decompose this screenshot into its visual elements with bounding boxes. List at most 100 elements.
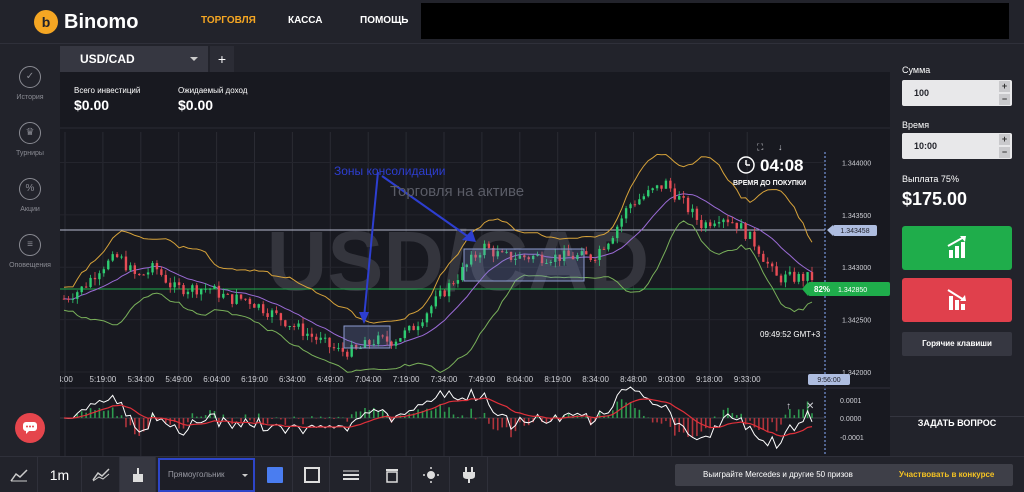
candle-body bbox=[691, 208, 694, 213]
delete-button[interactable] bbox=[372, 457, 412, 492]
consolidation-zone-1[interactable] bbox=[343, 325, 391, 349]
close-icon[interactable]: ✕ bbox=[806, 401, 814, 412]
asset-name: USD/CAD bbox=[80, 52, 135, 66]
candle-body bbox=[806, 272, 809, 281]
download-icon[interactable]: ↓ bbox=[778, 142, 783, 152]
promo-banner[interactable]: Выиграйте Mercedes и другие 50 призов Уч… bbox=[675, 464, 1013, 486]
ask-question-button[interactable]: ЗАДАТЬ ВОПРОС bbox=[890, 418, 1024, 428]
server-time: 09:49:52 GMT+3 bbox=[760, 330, 821, 339]
histogram-bar bbox=[293, 416, 295, 418]
consolidation-zone-2[interactable] bbox=[463, 248, 585, 282]
histogram-bar bbox=[125, 418, 127, 428]
chart-type-button[interactable] bbox=[0, 457, 38, 492]
promo-link[interactable]: Участвовать в конкурсе bbox=[899, 464, 994, 486]
x-tick-label: 5:49:00 bbox=[165, 375, 192, 384]
time-input[interactable]: 10:00 + − bbox=[902, 133, 1012, 159]
time-decrement-button[interactable]: − bbox=[999, 147, 1010, 158]
arrow-up-icon[interactable]: ↑ bbox=[786, 401, 791, 412]
logo[interactable]: b Binomo bbox=[34, 10, 138, 34]
histogram-bar bbox=[735, 415, 738, 418]
amount-input[interactable]: 100 + − bbox=[902, 80, 1012, 106]
histogram-bar bbox=[138, 418, 141, 436]
histogram-bar bbox=[319, 416, 322, 418]
timeframe-button[interactable]: 1m bbox=[38, 457, 82, 492]
fill-color-button[interactable] bbox=[257, 457, 293, 492]
time-value: 10:00 bbox=[914, 141, 938, 151]
histogram-bar bbox=[346, 418, 349, 422]
candle-body bbox=[107, 260, 110, 270]
osc-tick-2: 0.0000 bbox=[840, 416, 862, 423]
histogram-bar bbox=[240, 418, 242, 422]
x-tick-label: 8:48:00 bbox=[620, 375, 647, 384]
chart-down-icon bbox=[947, 289, 966, 310]
nav-cashier[interactable]: КАССА bbox=[288, 15, 323, 26]
chat-button[interactable] bbox=[15, 413, 45, 443]
time-increment-button[interactable]: + bbox=[999, 134, 1010, 145]
put-button[interactable] bbox=[902, 278, 1012, 322]
sidebar-item-tournaments[interactable]: ♛ Турниры bbox=[0, 122, 60, 172]
trade-panel: Сумма 100 + − Время 10:00 + − Выплата 75… bbox=[890, 44, 1024, 456]
y-tick-label: 1.342500 bbox=[842, 318, 871, 325]
histogram-bar bbox=[762, 418, 765, 430]
line-width-button[interactable] bbox=[331, 457, 371, 492]
candle-body bbox=[793, 271, 796, 282]
investments-label: Всего инвестиций bbox=[74, 86, 141, 95]
hotkeys-button[interactable]: Горячие клавиши bbox=[902, 332, 1012, 356]
candle-body bbox=[328, 337, 331, 348]
candle-body bbox=[208, 288, 212, 290]
nav-help[interactable]: ПОМОЩЬ bbox=[360, 15, 408, 26]
time-label: Время bbox=[902, 120, 930, 130]
call-button[interactable] bbox=[902, 226, 1012, 270]
histogram-bar bbox=[231, 418, 233, 425]
histogram-bar bbox=[195, 416, 198, 418]
candle-body bbox=[129, 265, 132, 271]
level-tag-pointer bbox=[827, 225, 833, 236]
binomo-app: b Binomo ТОРГОВЛЯ КАССА ПОМОЩЬ ✓ История… bbox=[0, 0, 1024, 492]
candle-body bbox=[624, 208, 628, 219]
asset-tabs: USD/CAD + bbox=[60, 44, 890, 72]
border-style-button[interactable] bbox=[294, 457, 330, 492]
connection-button[interactable] bbox=[450, 457, 488, 492]
sidebar-item-notifications[interactable]: ≡ Оповещения bbox=[0, 234, 60, 284]
theme-button[interactable] bbox=[412, 457, 450, 492]
candle-body bbox=[261, 304, 265, 314]
candle-body bbox=[439, 290, 442, 297]
histogram-bar bbox=[709, 418, 712, 428]
candle-body bbox=[146, 272, 150, 275]
y-tick-label: 1.344000 bbox=[842, 160, 871, 167]
tab-usdcad[interactable]: USD/CAD bbox=[60, 46, 208, 72]
candle-body bbox=[642, 196, 646, 200]
x-tick-label: 7:04:00 bbox=[355, 375, 382, 384]
amount-increment-button[interactable]: + bbox=[999, 81, 1010, 92]
drawing-tools-button[interactable] bbox=[120, 457, 156, 492]
price-chart[interactable]: USD/CAD Зоны консолидации Торговля на ак… bbox=[60, 72, 890, 456]
y-tick-label: 1.343500 bbox=[842, 213, 871, 220]
candle-body bbox=[487, 243, 491, 248]
nav-trading[interactable]: ТОРГОВЛЯ bbox=[201, 15, 256, 26]
indicators-button[interactable] bbox=[82, 457, 120, 492]
add-tab-button[interactable]: + bbox=[210, 46, 234, 72]
sidebar-item-promotions[interactable]: % Акции bbox=[0, 178, 60, 228]
histogram-bar bbox=[328, 416, 331, 418]
candle-body bbox=[191, 285, 194, 292]
candle-body bbox=[230, 294, 234, 304]
histogram-bar bbox=[120, 415, 123, 418]
fullscreen-icon[interactable]: ⛶ bbox=[756, 142, 764, 152]
candle-body bbox=[204, 288, 207, 290]
shape-select[interactable]: Прямоугольник bbox=[158, 458, 255, 492]
candle-body bbox=[115, 254, 119, 258]
amount-decrement-button[interactable]: − bbox=[999, 94, 1010, 105]
x-tick-label: 5:34:00 bbox=[127, 375, 154, 384]
histogram-bar bbox=[434, 408, 437, 418]
candle-body bbox=[235, 294, 238, 304]
histogram-bar bbox=[111, 407, 114, 418]
candle-body bbox=[801, 273, 805, 281]
candle-body bbox=[213, 285, 216, 289]
sidebar-item-label: Акции bbox=[20, 206, 40, 213]
sidebar-item-history[interactable]: ✓ История bbox=[0, 66, 60, 116]
osc-tick-3: -0.0001 bbox=[840, 435, 864, 442]
candle-body bbox=[456, 280, 460, 284]
histogram-bar bbox=[802, 409, 804, 418]
sidebar-item-label: История bbox=[16, 94, 44, 101]
candle-body bbox=[301, 323, 305, 336]
